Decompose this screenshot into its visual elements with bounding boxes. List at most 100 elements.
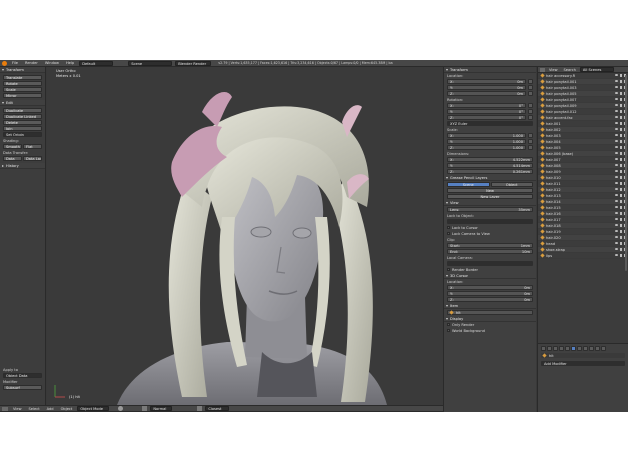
cursor-select-icon[interactable] <box>620 242 622 245</box>
eye-icon[interactable] <box>615 92 618 94</box>
lock-icon[interactable] <box>528 115 533 120</box>
modifier-field[interactable]: Subsurf <box>3 385 42 390</box>
cursor-select-icon[interactable] <box>620 110 622 113</box>
outliner-search-menu[interactable]: Search <box>562 68 578 72</box>
cursor-select-icon[interactable] <box>620 122 622 125</box>
rotation-y-field[interactable]: Y: 0° <box>447 109 526 114</box>
cursor-select-icon[interactable] <box>620 224 622 227</box>
scale-y-field[interactable]: Y: 1.000 <box>447 139 526 144</box>
menu-select[interactable]: Select <box>27 407 42 411</box>
eye-icon[interactable] <box>615 206 618 208</box>
only-render-checkbox[interactable]: Only Render <box>447 322 533 327</box>
grease-new-button[interactable]: New <box>447 188 533 193</box>
translate-button[interactable]: Translate <box>3 75 42 80</box>
eye-icon[interactable] <box>615 116 618 118</box>
texture-tab-icon[interactable] <box>589 346 594 351</box>
eye-icon[interactable] <box>615 200 618 202</box>
rotate-button[interactable]: Rotate <box>3 81 42 86</box>
cursor-select-icon[interactable] <box>620 236 622 239</box>
mode-dropdown[interactable]: Object Mode <box>77 406 110 411</box>
world-tab-icon[interactable] <box>553 346 558 351</box>
particles-tab-icon[interactable] <box>595 346 600 351</box>
lock-camera-checkbox[interactable]: Lock Camera to View <box>447 231 533 236</box>
lock-icon[interactable] <box>528 103 533 108</box>
blender-logo-icon[interactable] <box>2 60 7 66</box>
location-y-field[interactable]: Y: 0m <box>447 85 526 90</box>
eye-icon[interactable] <box>615 248 618 250</box>
cursor-select-icon[interactable] <box>620 200 622 203</box>
flat-shading-button[interactable]: Flat <box>23 144 42 149</box>
eye-icon[interactable] <box>615 140 618 142</box>
menu-render[interactable]: Render <box>23 61 40 65</box>
cursor-select-icon[interactable] <box>620 170 622 173</box>
eye-icon[interactable] <box>615 146 618 148</box>
menu-object[interactable]: Object <box>59 407 75 411</box>
eye-icon[interactable] <box>615 122 618 124</box>
shading-sphere-icon[interactable] <box>118 406 124 411</box>
eye-icon[interactable] <box>615 182 618 184</box>
screen-layout-dropdown[interactable]: Default <box>79 60 114 66</box>
cursor-select-icon[interactable] <box>620 86 622 89</box>
material-tab-icon[interactable] <box>583 346 588 351</box>
location-x-field[interactable]: X: 0m <box>447 79 526 84</box>
rotation-mode-dropdown[interactable]: XYZ Euler <box>447 121 533 126</box>
eye-icon[interactable] <box>615 212 618 214</box>
eye-icon[interactable] <box>615 128 618 130</box>
dimension-x-field[interactable]: X: 4.522mm <box>447 157 533 162</box>
cursor-select-icon[interactable] <box>620 134 622 137</box>
scene-dropdown[interactable]: Scene <box>128 60 173 66</box>
cursor-select-icon[interactable] <box>620 188 622 191</box>
transform-orientation-icon[interactable] <box>142 406 148 411</box>
eye-icon[interactable] <box>615 74 618 76</box>
cursor-select-icon[interactable] <box>620 218 622 221</box>
cursor-select-icon[interactable] <box>620 182 622 185</box>
eye-icon[interactable] <box>615 242 618 244</box>
cursor-select-icon[interactable] <box>620 230 622 233</box>
object-tab-icon[interactable] <box>559 346 564 351</box>
cursor-x-field[interactable]: X: 0m <box>447 285 533 290</box>
dimension-z-field[interactable]: Z: 0.261mm <box>447 169 533 174</box>
clip-start-field[interactable]: Start: 1mm <box>447 243 533 248</box>
magnet-icon[interactable] <box>197 406 203 411</box>
data-transfer-button[interactable]: Data <box>3 156 22 161</box>
physics-tab-icon[interactable] <box>601 346 606 351</box>
clip-end-field[interactable]: End: 10m <box>447 249 533 254</box>
join-button[interactable]: Join <box>3 126 42 131</box>
cursor-select-icon[interactable] <box>620 116 622 119</box>
scale-z-field[interactable]: Z: 1.000 <box>447 145 526 150</box>
lock-icon[interactable] <box>528 109 533 114</box>
cursor-select-icon[interactable] <box>620 176 622 179</box>
mirror-button[interactable]: Mirror <box>3 93 42 98</box>
duplicate-linked-button[interactable]: Duplicate Linked <box>3 114 42 119</box>
orientation-dropdown[interactable]: Normal <box>150 406 173 411</box>
dimension-y-field[interactable]: Y: 4.514mm <box>447 163 533 168</box>
cursor-select-icon[interactable] <box>620 104 622 107</box>
delete-button[interactable]: Delete <box>3 120 42 125</box>
outliner-row[interactable]: lips <box>538 253 628 259</box>
cursor-select-icon[interactable] <box>620 164 622 167</box>
eye-icon[interactable] <box>615 104 618 106</box>
eye-icon[interactable] <box>615 110 618 112</box>
add-modifier-dropdown[interactable]: Add Modifier <box>541 361 625 366</box>
eye-icon[interactable] <box>615 134 618 136</box>
menu-add[interactable]: Add <box>45 407 56 411</box>
eye-icon[interactable] <box>615 254 618 256</box>
editor-type-icon[interactable] <box>2 406 8 411</box>
outliner-editor-icon[interactable] <box>540 67 545 72</box>
eye-icon[interactable] <box>615 194 618 196</box>
lens-field[interactable]: Lens: 35mm <box>447 207 533 212</box>
eye-icon[interactable] <box>615 176 618 178</box>
lock-icon[interactable] <box>528 139 533 144</box>
outliner-scrollbar[interactable] <box>625 75 627 271</box>
cursor-select-icon[interactable] <box>620 254 622 257</box>
cursor-select-icon[interactable] <box>620 98 622 101</box>
character-model[interactable] <box>47 67 443 405</box>
menu-window[interactable]: Window <box>43 61 61 65</box>
scale-x-field[interactable]: X: 1.000 <box>447 133 526 138</box>
grease-scene-tab[interactable]: Scene <box>447 182 490 187</box>
eye-icon[interactable] <box>615 230 618 232</box>
cursor-select-icon[interactable] <box>620 92 622 95</box>
cursor-select-icon[interactable] <box>620 128 622 131</box>
cursor-select-icon[interactable] <box>620 80 622 83</box>
view-panel-header[interactable]: View <box>444 200 536 206</box>
